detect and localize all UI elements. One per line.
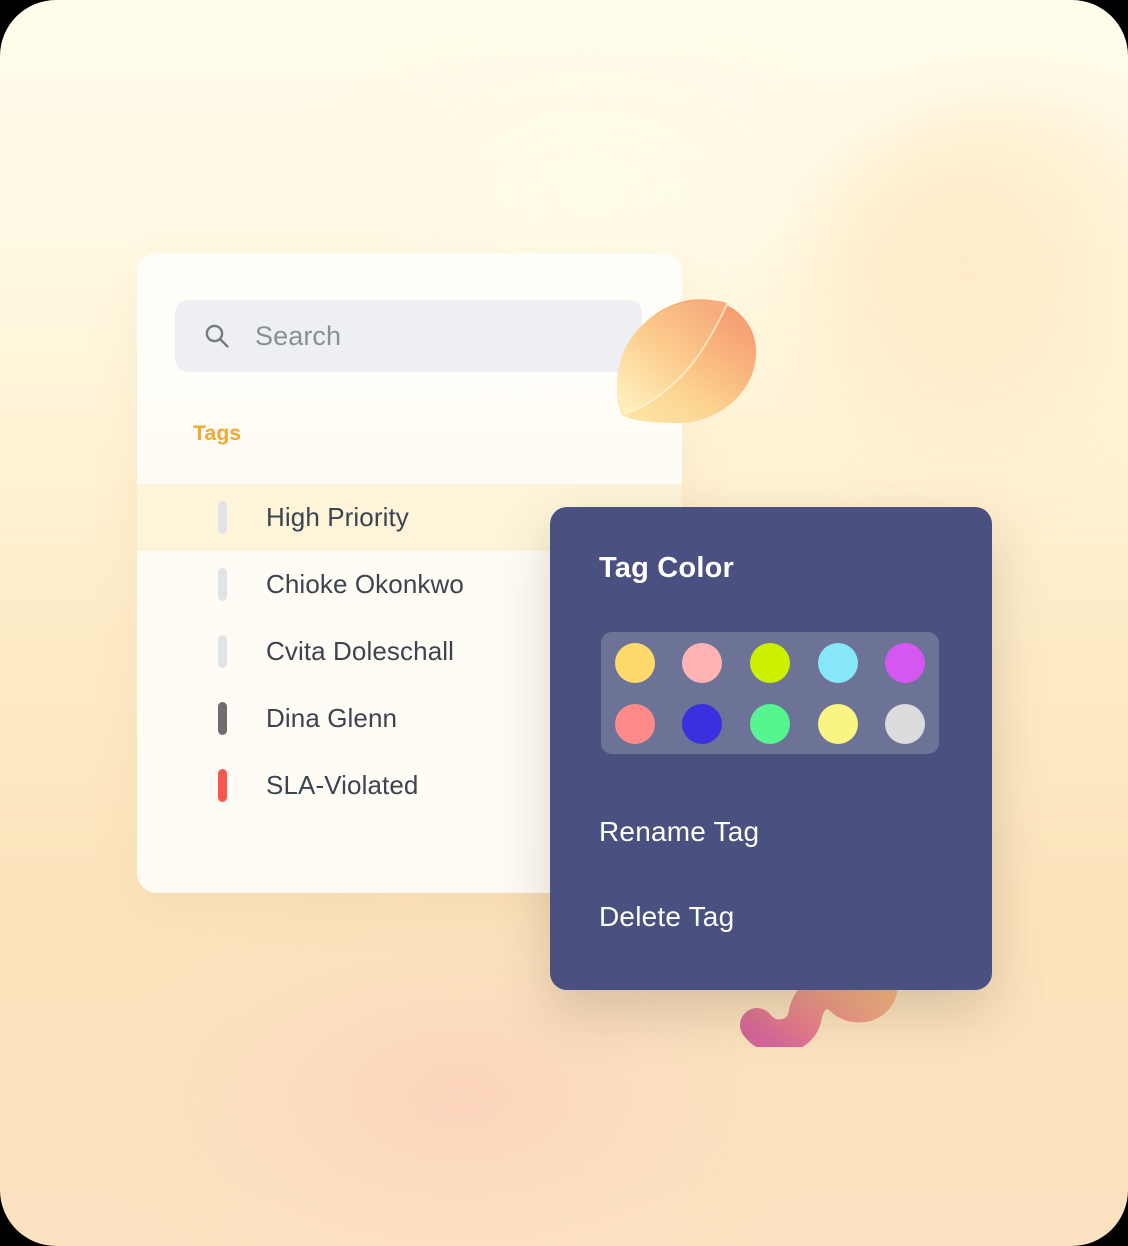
tag-context-menu: Tag Color Rename Tag Delete Tag bbox=[550, 507, 992, 990]
color-swatch-panel bbox=[601, 632, 939, 754]
color-swatch[interactable] bbox=[885, 703, 926, 744]
color-swatch-grid bbox=[601, 632, 939, 754]
color-swatch[interactable] bbox=[682, 642, 723, 683]
color-swatch[interactable] bbox=[817, 703, 858, 744]
tag-list-item-label: Chioke Okonkwo bbox=[266, 569, 464, 599]
color-swatch[interactable] bbox=[682, 703, 723, 744]
tag-color-bar bbox=[218, 568, 227, 601]
tag-color-bar bbox=[218, 501, 227, 534]
color-swatch[interactable] bbox=[817, 642, 858, 683]
tags-section-heading: Tags bbox=[193, 422, 242, 445]
tag-list-item-label: Cvita Doleschall bbox=[266, 636, 455, 666]
color-swatch[interactable] bbox=[749, 703, 790, 744]
delete-tag-menu-item[interactable]: Delete Tag bbox=[599, 901, 734, 933]
search-icon bbox=[205, 324, 229, 348]
color-swatch[interactable] bbox=[885, 642, 926, 683]
tag-list-item-label: SLA-Violated bbox=[266, 770, 419, 800]
search-input[interactable]: Search bbox=[175, 300, 642, 372]
tag-color-bar bbox=[218, 635, 227, 668]
color-swatch[interactable] bbox=[749, 642, 790, 683]
menu-title: Tag Color bbox=[599, 552, 734, 584]
background-glow-right bbox=[798, 100, 1128, 500]
tag-color-bar bbox=[218, 769, 227, 802]
app-stage: Search Tags High Priority Chioke Okonkwo… bbox=[0, 0, 1128, 1246]
color-swatch[interactable] bbox=[614, 642, 655, 683]
search-placeholder: Search bbox=[255, 320, 342, 351]
tag-list-item-label: Dina Glenn bbox=[266, 703, 398, 733]
tag-list-item-label: High Priority bbox=[266, 502, 409, 532]
color-swatch[interactable] bbox=[614, 703, 655, 744]
tag-color-bar bbox=[218, 702, 227, 735]
rename-tag-menu-item[interactable]: Rename Tag bbox=[599, 816, 759, 848]
